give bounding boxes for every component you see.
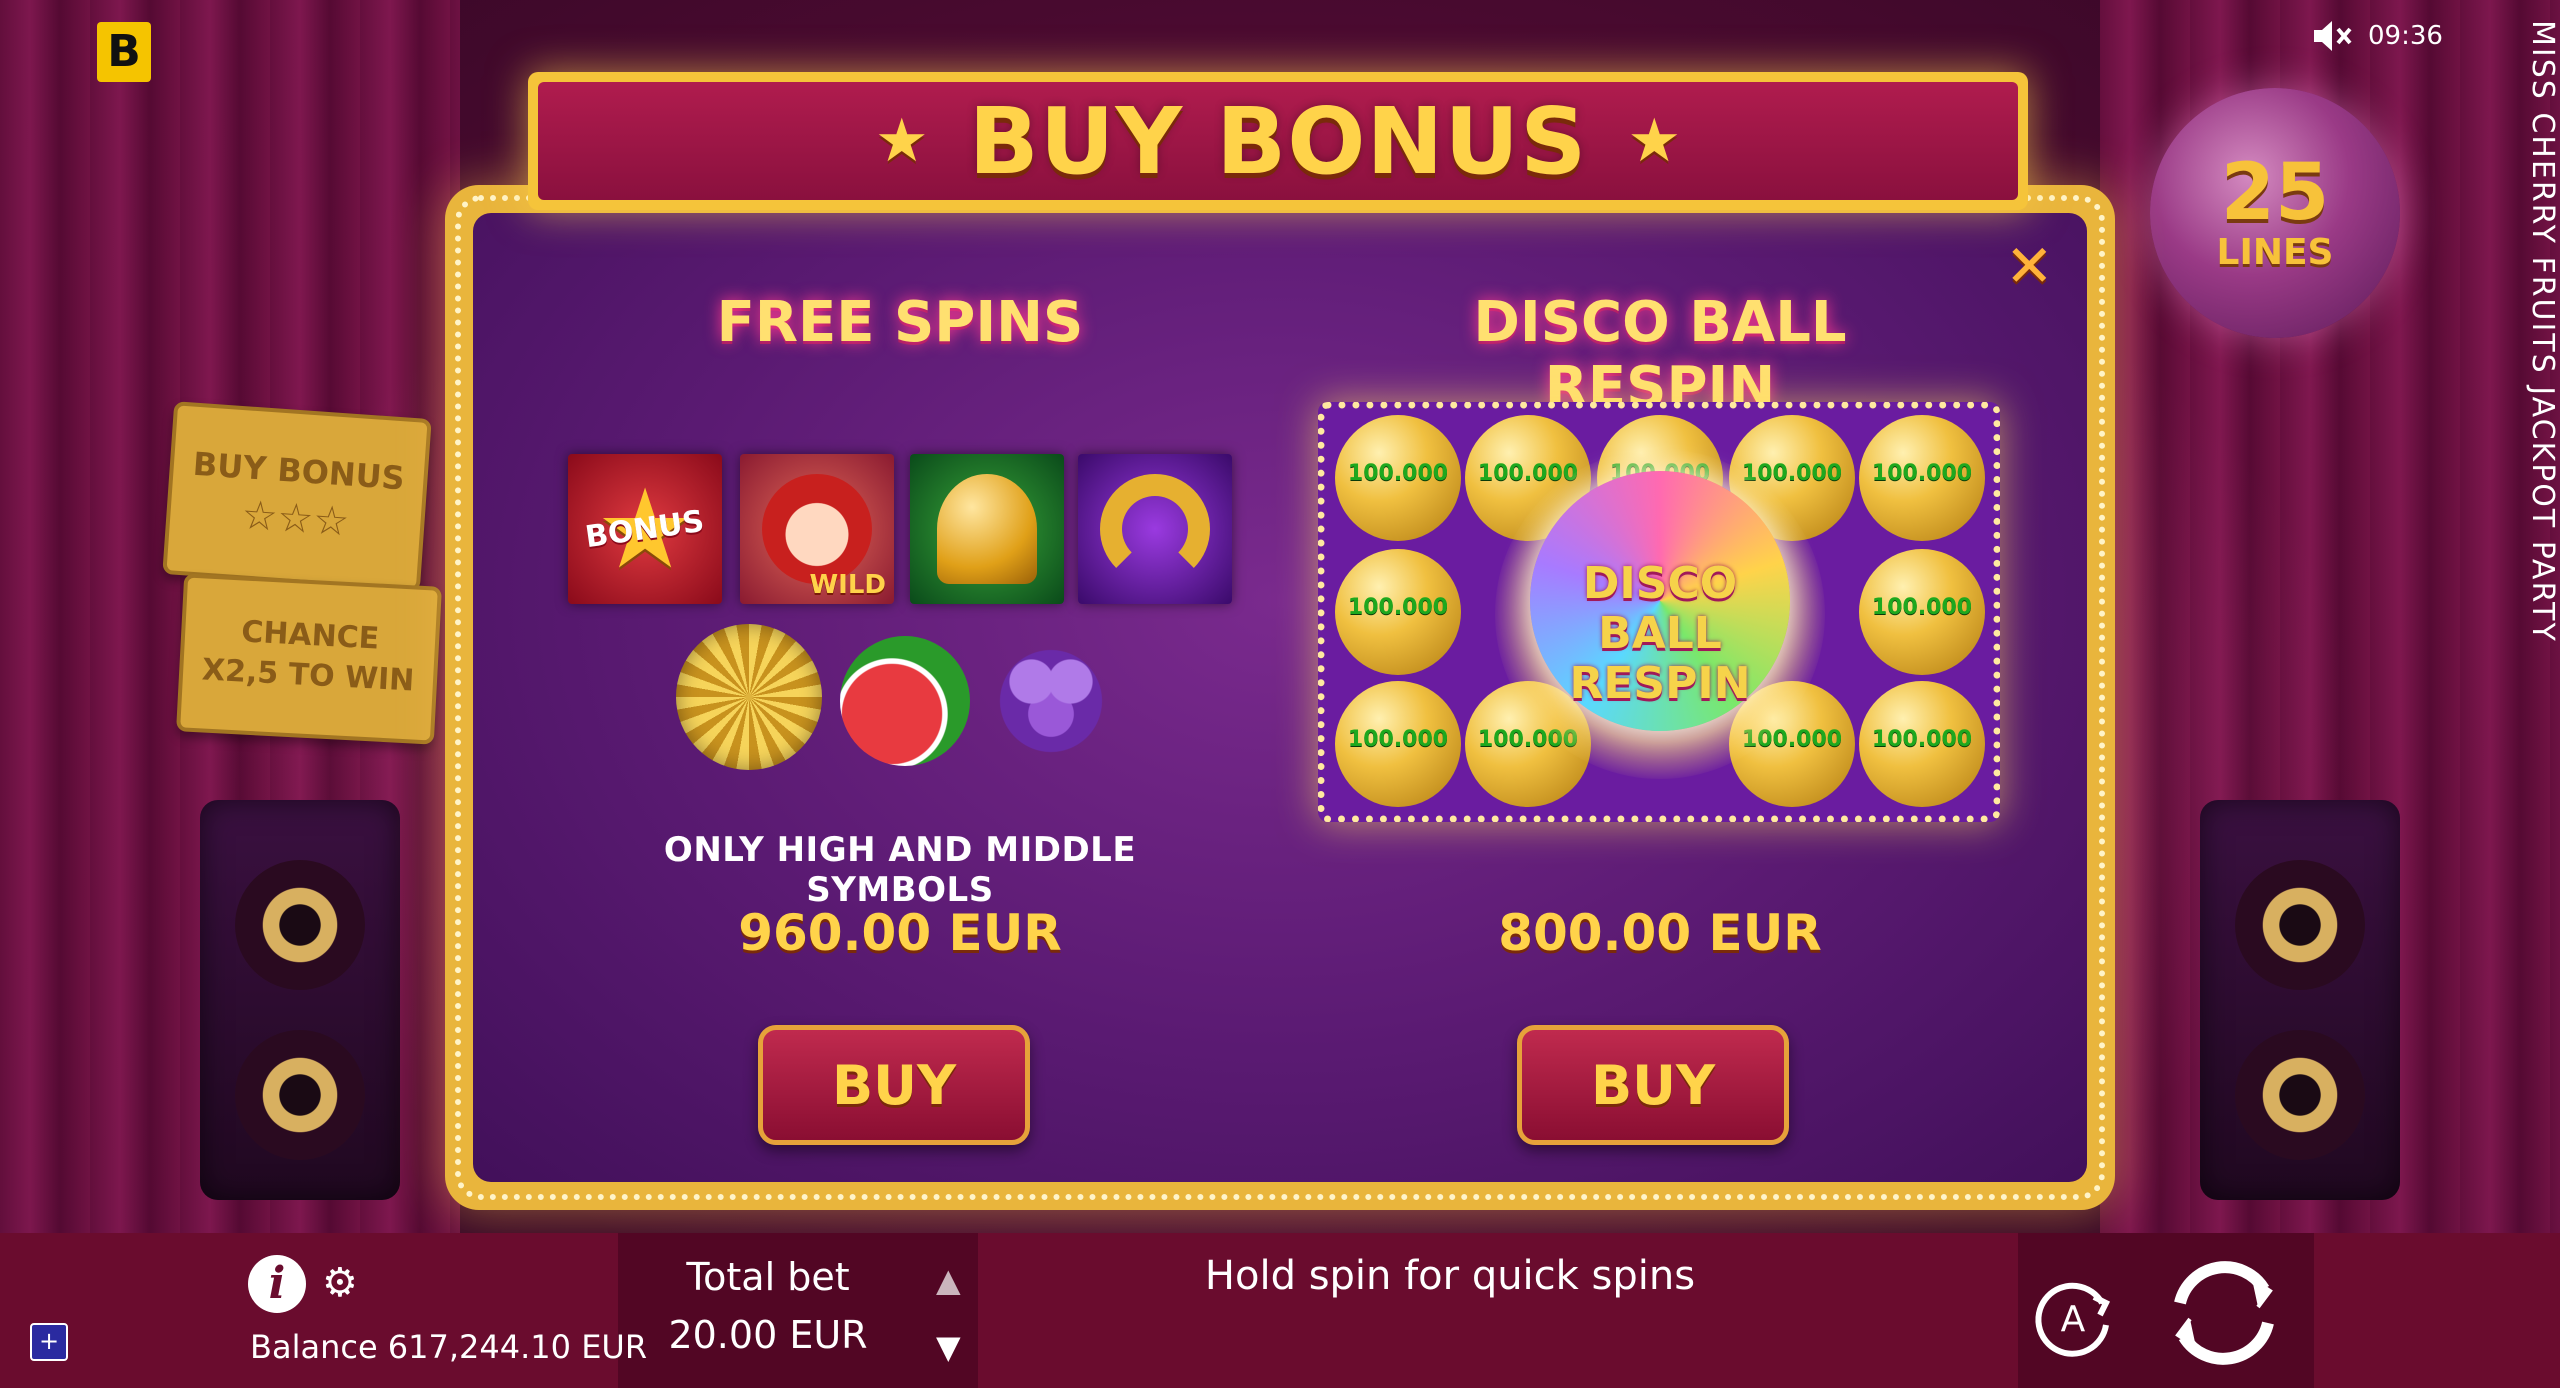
coin-symbol-icon: 100.000 <box>1859 415 1985 541</box>
disco-ball-respin-price: 800.00 EUR <box>1498 904 1822 962</box>
grapes-symbol-icon <box>986 636 1116 766</box>
disco-ball-respin-preview: 100.000 100.000 100.000 100.000 100.000 … <box>1318 402 2000 822</box>
total-bet-value: 20.00 EUR <box>668 1313 868 1357</box>
speaker-cone <box>2235 1030 2365 1160</box>
buy-button-label: BUY <box>831 1053 957 1117</box>
ticket-stars-icon: ☆☆☆ <box>240 492 351 546</box>
coin-symbol-icon: 100.000 <box>1859 549 1985 675</box>
info-icon[interactable]: i <box>248 1255 306 1313</box>
free-spins-title: FREE SPINS <box>716 290 1084 355</box>
provider-logo: B <box>97 22 151 82</box>
bottom-bar: + i ⚙ Balance 617,244.10 EUR Total bet 2… <box>0 1233 2560 1388</box>
close-icon[interactable]: ✕ <box>2005 232 2054 300</box>
buy-disco-ball-respin-button[interactable]: BUY <box>1517 1025 1789 1145</box>
spin-hint: Hold spin for quick spins <box>1204 1253 1696 1299</box>
autoplay-label: A <box>2061 1299 2086 1340</box>
coin-symbol-icon: 100.000 <box>1859 681 1985 807</box>
coin-symbol-icon: 100.000 <box>1335 549 1461 675</box>
coin-symbol-icon: 100.000 <box>1335 415 1461 541</box>
gear-icon[interactable]: ⚙ <box>322 1261 366 1305</box>
speaker-cone <box>235 860 365 990</box>
bonus-badge-icon[interactable]: + <box>30 1323 68 1361</box>
bell-symbol-icon <box>910 454 1064 604</box>
speaker-cone <box>235 1030 365 1160</box>
wild-symbol-label: WILD <box>809 570 886 600</box>
lines-count: 25 <box>2220 147 2330 238</box>
star-icon: ★ <box>874 106 929 176</box>
buy-free-spins-button[interactable]: BUY <box>758 1025 1030 1145</box>
free-spins-description: ONLY HIGH AND MIDDLE SYMBOLS <box>663 830 1137 910</box>
total-bet-label: Total bet <box>686 1255 850 1299</box>
game-title: MISS CHERRY FRUITS JACKPOT PARTY <box>2525 20 2560 643</box>
clock-time: 09:36 <box>2368 21 2443 51</box>
dialog-banner: ★ BUY BONUS ★ <box>528 72 2028 210</box>
dialog-title: BUY BONUS <box>968 87 1588 195</box>
bonus-symbol-icon: ★ BONUS <box>568 454 722 604</box>
lines-disco-ball: 25 LINES <box>2150 88 2400 338</box>
bet-increase-icon[interactable]: ▲ <box>936 1261 961 1299</box>
bet-decrease-icon[interactable]: ▼ <box>936 1328 961 1366</box>
status-area: 09:36 <box>2310 16 2443 56</box>
balance-display: Balance 617,244.10 EUR <box>250 1328 648 1366</box>
speaker-muted-icon[interactable] <box>2310 16 2354 56</box>
right-speaker <box>2200 800 2400 1200</box>
disco-ball-respin-label: DISCO BALL RESPIN <box>1569 558 1751 709</box>
coin-symbol-icon: 100.000 <box>1335 681 1461 807</box>
disco-ball-symbol-icon <box>676 624 822 770</box>
horseshoe-symbol-icon <box>1078 454 1232 604</box>
buy-button-label: BUY <box>1590 1053 1716 1117</box>
lines-label: LINES <box>2216 231 2334 273</box>
buy-bonus-ticket[interactable]: BUY BONUS ☆☆☆ <box>162 401 432 592</box>
free-spins-price: 960.00 EUR <box>738 904 1062 962</box>
wild-symbol-icon: WILD <box>740 454 894 604</box>
speaker-cone <box>2235 860 2365 990</box>
star-icon: ★ <box>1627 106 1682 176</box>
autoplay-button[interactable]: A <box>2030 1275 2116 1361</box>
left-speaker <box>200 800 400 1200</box>
spin-button[interactable] <box>2160 1249 2288 1377</box>
chance-ticket[interactable]: CHANCE X2,5 TO WIN <box>176 573 442 745</box>
watermelon-symbol-icon <box>840 636 970 766</box>
disco-ball-respin-title: DISCO BALL RESPIN <box>1473 290 1847 420</box>
